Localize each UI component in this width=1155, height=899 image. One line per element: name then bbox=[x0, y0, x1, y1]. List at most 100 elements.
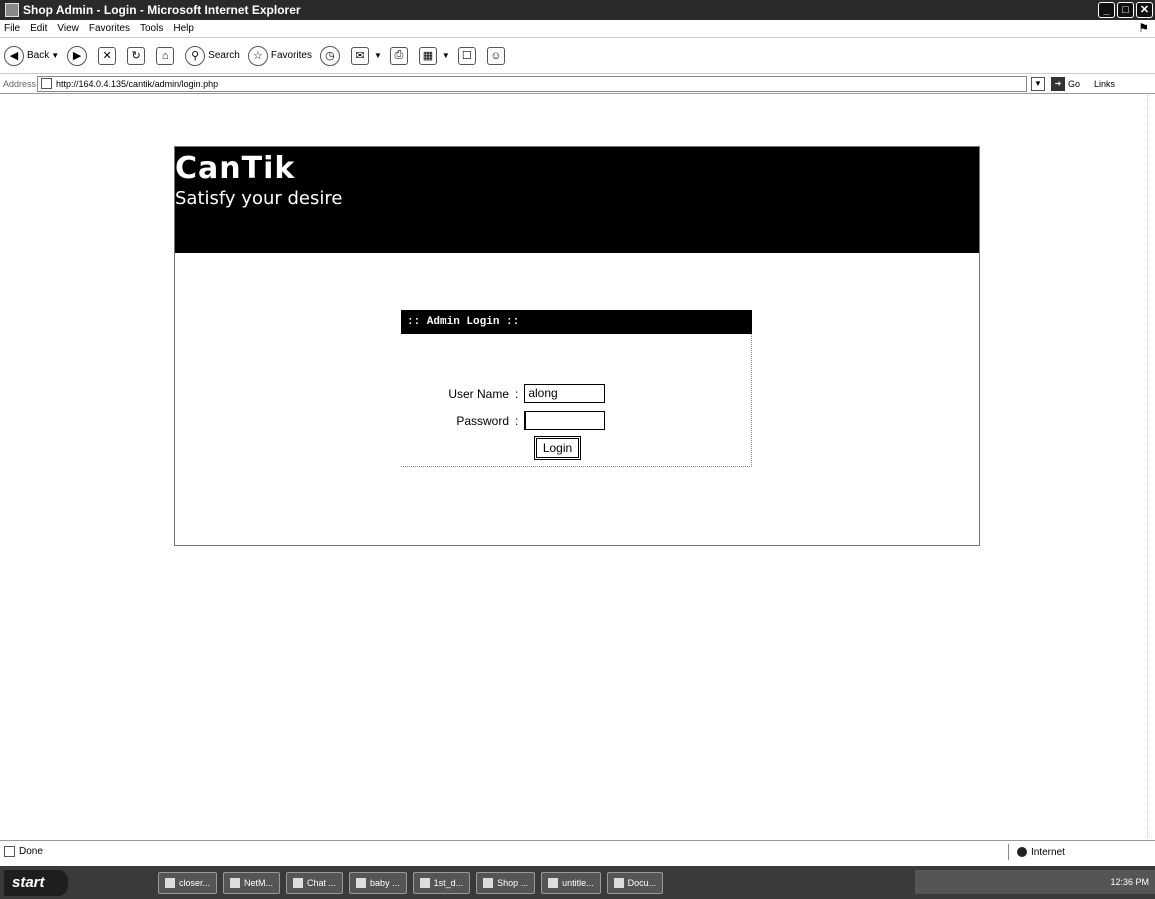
page-icon bbox=[41, 78, 52, 89]
search-icon: ⚲ bbox=[185, 45, 206, 66]
messenger-icon: ☺ bbox=[486, 46, 505, 65]
edit-button[interactable]: ▦ ▼ bbox=[418, 46, 450, 65]
title-bar: Shop Admin - Login - Microsoft Internet … bbox=[0, 0, 1155, 20]
site-container: CanTik Satisfy your desire :: Admin Logi… bbox=[174, 146, 980, 546]
vertical-scrollbar[interactable] bbox=[1147, 95, 1155, 837]
image-icon bbox=[356, 877, 367, 888]
back-label: Back bbox=[27, 50, 50, 61]
forward-button[interactable]: ▶ bbox=[67, 45, 90, 66]
favorites-button[interactable]: ☆ Favorites bbox=[247, 45, 312, 66]
chevron-down-icon: ▼ bbox=[51, 51, 60, 60]
go-button[interactable]: ➜ Go bbox=[1051, 76, 1081, 91]
go-label: Go bbox=[1068, 78, 1081, 89]
menu-view[interactable]: View bbox=[57, 23, 79, 34]
address-input[interactable]: http://164.0.4.135/cantik/admin/login.ph… bbox=[37, 75, 1027, 92]
address-label: Address bbox=[3, 78, 37, 89]
history-button[interactable]: ◷ bbox=[319, 45, 343, 66]
home-button[interactable]: ⌂ bbox=[156, 46, 177, 65]
zone-label: Internet bbox=[1031, 846, 1065, 858]
username-separator: : bbox=[515, 386, 519, 401]
username-row: User Name : along bbox=[401, 384, 606, 403]
taskbar-item[interactable]: 1st_d... bbox=[412, 871, 471, 894]
stop-button[interactable]: ✕ bbox=[98, 46, 119, 65]
address-bar: Address http://164.0.4.135/cantik/admin/… bbox=[0, 74, 1155, 94]
globe-icon bbox=[1017, 847, 1027, 857]
search-button[interactable]: ⚲ Search bbox=[185, 45, 240, 66]
task-label: Chat ... bbox=[307, 877, 337, 888]
taskbar-item[interactable]: closer... bbox=[158, 871, 218, 894]
paint-icon bbox=[548, 877, 559, 888]
mail-icon: ✉ bbox=[350, 46, 369, 65]
window-title: Shop Admin - Login - Microsoft Internet … bbox=[23, 3, 301, 17]
home-icon: ⌂ bbox=[156, 46, 175, 65]
site-logo: CanTik bbox=[175, 151, 296, 186]
browser-window: Shop Admin - Login - Microsoft Internet … bbox=[0, 0, 1155, 899]
task-label: NetM... bbox=[244, 877, 274, 888]
document-icon bbox=[419, 877, 430, 888]
menu-tools[interactable]: Tools bbox=[140, 23, 163, 34]
task-label: untitle... bbox=[562, 877, 594, 888]
task-label: Shop ... bbox=[497, 877, 529, 888]
edit-icon: ▦ bbox=[418, 46, 437, 65]
stop-icon: ✕ bbox=[98, 46, 117, 65]
links-button[interactable]: Links bbox=[1094, 79, 1115, 89]
task-label: Docu... bbox=[627, 877, 657, 888]
page-icon bbox=[4, 846, 15, 857]
status-done: Done bbox=[4, 846, 43, 857]
password-label: Password bbox=[456, 413, 509, 428]
ie-icon bbox=[483, 877, 494, 888]
close-button[interactable]: ✕ bbox=[1136, 2, 1153, 18]
discuss-icon: ☐ bbox=[457, 46, 476, 65]
folder-icon bbox=[165, 877, 175, 888]
clock[interactable]: 12:36 PM bbox=[1110, 877, 1149, 887]
taskbar-item[interactable]: Chat ... bbox=[286, 871, 344, 894]
maximize-button[interactable]: □ bbox=[1117, 2, 1134, 18]
status-bar: Done Internet bbox=[0, 840, 1155, 862]
taskbar-item[interactable]: untitle... bbox=[541, 871, 601, 894]
username-input[interactable]: along bbox=[524, 384, 606, 403]
task-label: baby ... bbox=[370, 877, 400, 888]
back-button[interactable]: ◀ Back ▼ bbox=[4, 45, 60, 66]
windows-flag-icon: ⚑ bbox=[1138, 21, 1149, 35]
page-viewport: CanTik Satisfy your desire :: Admin Logi… bbox=[0, 95, 1155, 837]
back-arrow-icon: ◀ bbox=[4, 45, 24, 66]
password-input[interactable] bbox=[524, 411, 606, 430]
password-separator: : bbox=[515, 413, 519, 428]
password-row: Password : bbox=[401, 411, 606, 430]
mail-button[interactable]: ✉ ▼ bbox=[350, 46, 382, 65]
address-url: http://164.0.4.135/cantik/admin/login.ph… bbox=[56, 78, 219, 89]
search-label: Search bbox=[208, 50, 240, 61]
task-label: closer... bbox=[179, 877, 211, 888]
go-arrow-icon: ➜ bbox=[1051, 76, 1065, 91]
taskbar: start closer... NetM... Chat ... baby ..… bbox=[0, 866, 1155, 899]
address-dropdown-icon[interactable]: ▼ bbox=[1031, 76, 1045, 91]
taskbar-item[interactable]: NetM... bbox=[223, 871, 281, 894]
start-button[interactable]: start bbox=[4, 869, 68, 896]
app-icon bbox=[230, 877, 241, 888]
menu-favorites[interactable]: Favorites bbox=[89, 23, 130, 34]
login-header: :: Admin Login :: bbox=[401, 310, 752, 334]
system-tray: 12:36 PM bbox=[915, 870, 1155, 894]
forward-arrow-icon: ▶ bbox=[67, 45, 88, 66]
taskbar-item[interactable]: baby ... bbox=[349, 871, 407, 894]
menu-file[interactable]: File bbox=[4, 23, 20, 34]
print-button[interactable]: ⎙ bbox=[389, 46, 411, 65]
messenger-button[interactable]: ☺ bbox=[486, 46, 508, 65]
username-label: User Name bbox=[448, 386, 509, 401]
chevron-down-icon: ▼ bbox=[373, 51, 382, 60]
menu-edit[interactable]: Edit bbox=[30, 23, 47, 34]
security-zone: Internet bbox=[1008, 844, 1065, 860]
word-icon bbox=[613, 877, 624, 888]
task-label: 1st_d... bbox=[433, 877, 464, 888]
refresh-button[interactable]: ↻ bbox=[127, 46, 148, 65]
minimize-button[interactable]: _ bbox=[1098, 2, 1115, 18]
discuss-button[interactable]: ☐ bbox=[457, 46, 479, 65]
login-button[interactable]: Login bbox=[534, 436, 581, 460]
chat-icon bbox=[293, 877, 304, 888]
status-text: Done bbox=[19, 846, 43, 857]
taskbar-item[interactable]: Docu... bbox=[606, 871, 664, 894]
toolbar: ◀ Back ▼ ▶ ✕ ↻ ⌂ ⚲ Search ☆ Favorites ◷ … bbox=[0, 38, 1155, 74]
site-tagline: Satisfy your desire bbox=[175, 188, 343, 209]
menu-help[interactable]: Help bbox=[173, 23, 194, 34]
taskbar-item[interactable]: Shop ... bbox=[476, 871, 536, 894]
